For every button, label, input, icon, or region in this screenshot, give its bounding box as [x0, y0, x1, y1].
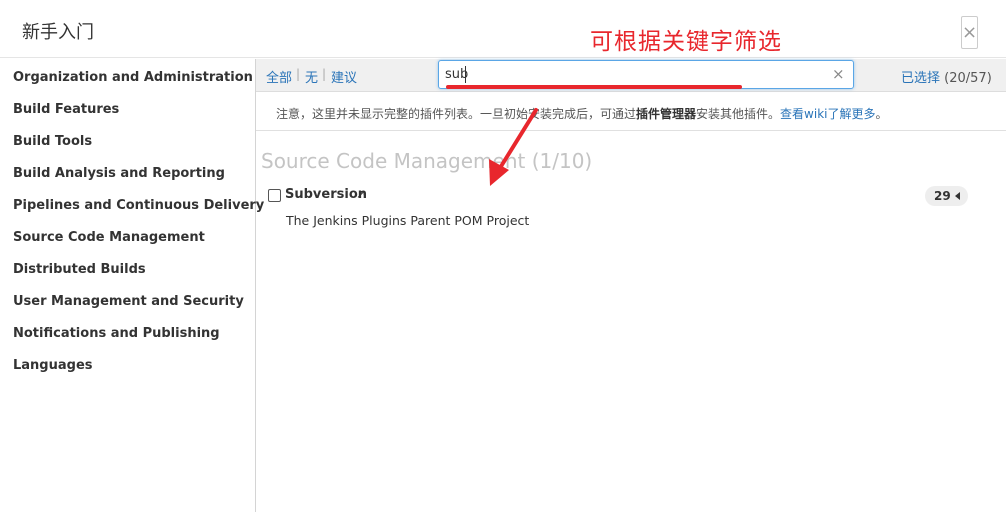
select-none-link[interactable]: 无: [305, 67, 318, 86]
selected-label: 已选择: [901, 71, 941, 86]
select-suggested-link[interactable]: 建议: [331, 67, 357, 86]
dialog-header: 新手入门 可根据关键字筛选 ×: [0, 0, 1006, 58]
clear-icon[interactable]: ×: [832, 65, 845, 83]
section-title: Source Code Management (1/10): [261, 149, 593, 173]
wiki-link[interactable]: 查看wiki了解更多: [780, 107, 875, 121]
notice-suffix: 。: [875, 107, 888, 121]
text-caret: [465, 66, 466, 83]
sidebar-item-pipelines-and-continuous-delivery[interactable]: Pipelines and Continuous Delivery: [13, 198, 264, 213]
select-all-link[interactable]: 全部: [266, 67, 292, 86]
plugin-row: Subversion ↗ 29: [268, 186, 968, 207]
close-button[interactable]: ×: [961, 16, 978, 49]
dependency-count: 29: [934, 189, 951, 203]
dialog-title: 新手入门: [22, 22, 94, 43]
notice-text: 注意，这里并未显示完整的插件列表。一旦初始安装完成后，可通过插件管理器安装其他插…: [276, 105, 888, 122]
notice-prefix: 注意，这里并未显示完整的插件列表。一旦初始安装完成后，可通过: [276, 107, 637, 121]
dependency-badge[interactable]: 29: [925, 186, 968, 206]
annotation-underline: [446, 85, 742, 89]
sidebar-item-build-tools[interactable]: Build Tools: [13, 134, 92, 149]
external-link-icon[interactable]: ↗: [356, 187, 366, 201]
plugin-description: The Jenkins Plugins Parent POM Project: [286, 213, 530, 228]
sidebar-item-languages[interactable]: Languages: [13, 358, 93, 373]
sidebar-item-source-code-management[interactable]: Source Code Management: [13, 230, 205, 245]
sidebar-item-user-management-and-security[interactable]: User Management and Security: [13, 294, 244, 309]
sidebar-item-build-analysis-and-reporting[interactable]: Build Analysis and Reporting: [13, 166, 225, 181]
annotation-text: 可根据关键字筛选: [590, 29, 782, 55]
separator: |: [296, 67, 301, 81]
plugin-checkbox[interactable]: [268, 189, 281, 202]
sidebar-item-notifications-and-publishing[interactable]: Notifications and Publishing: [13, 326, 220, 341]
notice-middle: 安装其他插件。: [696, 107, 781, 121]
separator: |: [322, 67, 327, 81]
sidebar-item-organization-and-administration[interactable]: Organization and Administration: [13, 70, 253, 85]
notice-bar: 注意，这里并未显示完整的插件列表。一旦初始安装完成后，可通过插件管理器安装其他插…: [256, 93, 1006, 131]
sidebar-item-distributed-builds[interactable]: Distributed Builds: [13, 262, 146, 277]
caret-left-icon: [955, 192, 960, 200]
plugin-manager-text: 插件管理器: [636, 107, 697, 121]
category-sidebar: Organization and Administration Build Fe…: [0, 59, 264, 512]
selected-count-link[interactable]: 已选择 (20/57): [901, 67, 992, 86]
plugin-name[interactable]: Subversion: [285, 187, 367, 202]
selected-count: (20/57): [944, 71, 992, 86]
sidebar-item-build-features[interactable]: Build Features: [13, 102, 119, 117]
